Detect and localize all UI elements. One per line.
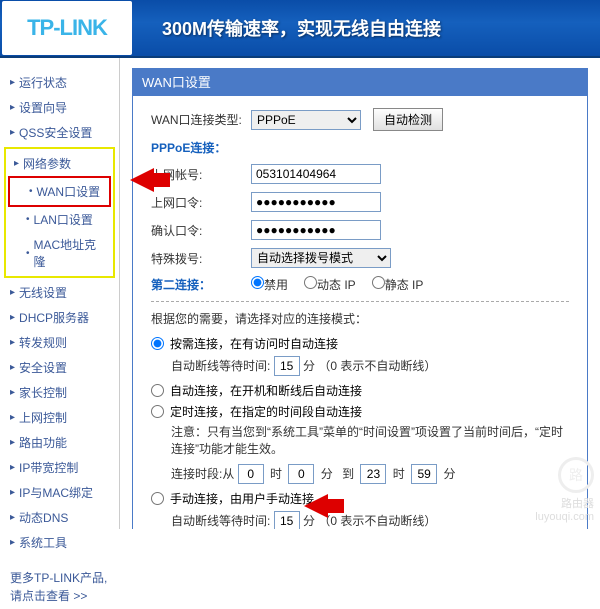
nav-wireless[interactable]: 无线设置 bbox=[4, 280, 115, 305]
nav-mac[interactable]: MAC地址克隆 bbox=[8, 232, 111, 274]
nav-ddns[interactable]: 动态DNS bbox=[4, 505, 115, 530]
mode1-radio[interactable] bbox=[151, 337, 164, 350]
nav-dhcp[interactable]: DHCP服务器 bbox=[4, 305, 115, 330]
mode4-radio[interactable] bbox=[151, 492, 164, 505]
nav-system[interactable]: 系统工具 bbox=[4, 530, 115, 555]
sec-radio-disable[interactable] bbox=[251, 276, 264, 289]
sec-radio-static[interactable] bbox=[372, 276, 385, 289]
mode1-sub-a: 自动断线等待时间: bbox=[171, 359, 270, 373]
mode3-to-h[interactable] bbox=[360, 464, 386, 484]
mode1-label: 按需连接，在有访问时自动连接 bbox=[170, 335, 338, 352]
annotation-arrow-1 bbox=[130, 168, 154, 192]
special-select[interactable]: 自动选择拨号模式 bbox=[251, 248, 391, 268]
header-slogan: 300M传输速率，实现无线自由连接 bbox=[162, 15, 441, 41]
nav-forward[interactable]: 转发规则 bbox=[4, 330, 115, 355]
mode4-timeout-input[interactable] bbox=[274, 511, 300, 529]
watermark: 路 路由器 luyouqi.com bbox=[535, 457, 594, 523]
watermark-icon: 路 bbox=[558, 457, 594, 493]
sec-conn-label: 第二连接： bbox=[151, 276, 251, 293]
mode3-note: 注意：只有当您到“系统工具”菜单的“时间设置”项设置了当前时间后，“定时连接”功… bbox=[171, 424, 569, 458]
nav-routing[interactable]: 路由功能 bbox=[4, 430, 115, 455]
nav-qss[interactable]: QSS安全设置 bbox=[4, 120, 115, 145]
mode1-sub-b: 分 （0 表示不自动断线） bbox=[303, 359, 436, 373]
sec-radio-dynamic[interactable] bbox=[304, 276, 317, 289]
nav-parental[interactable]: 家长控制 bbox=[4, 380, 115, 405]
footer-line1: 更多TP-LINK产品, bbox=[10, 569, 109, 587]
pwd2-label: 确认口令: bbox=[151, 222, 251, 239]
mode3-label: 定时连接，在指定的时间段自动连接 bbox=[170, 403, 362, 420]
sec-opt-disable[interactable]: 禁用 bbox=[251, 276, 288, 293]
pppoe-section-label: PPPoE连接： bbox=[151, 139, 251, 156]
main-panel: WAN口设置 WAN口连接类型: PPPoE 自动检测 PPPoE连接： 上网帐… bbox=[120, 58, 600, 529]
nav-group-network: 网络参数 WAN口设置 LAN口设置 MAC地址克隆 bbox=[4, 147, 115, 278]
conn-type-select[interactable]: PPPoE bbox=[251, 110, 361, 130]
sidebar: 运行状态 设置向导 QSS安全设置 网络参数 WAN口设置 LAN口设置 MAC… bbox=[0, 58, 120, 529]
mode3-radio[interactable] bbox=[151, 405, 164, 418]
nav-wan[interactable]: WAN口设置 bbox=[11, 179, 108, 204]
logo-text: TP-LINK bbox=[27, 15, 107, 41]
mode3-from-h[interactable] bbox=[238, 464, 264, 484]
pwd-label: 上网口令: bbox=[151, 194, 251, 211]
mode3-from-m[interactable] bbox=[288, 464, 314, 484]
nav-status[interactable]: 运行状态 bbox=[4, 70, 115, 95]
nav-lan[interactable]: LAN口设置 bbox=[8, 207, 111, 232]
nav-access[interactable]: 上网控制 bbox=[4, 405, 115, 430]
sec-opt-dynamic[interactable]: 动态 IP bbox=[304, 276, 356, 293]
footer-line2: 请点击查看 >> bbox=[10, 587, 109, 605]
sidebar-footer[interactable]: 更多TP-LINK产品, 请点击查看 >> bbox=[4, 565, 115, 609]
logo-box: TP-LINK bbox=[2, 1, 132, 55]
pwd2-input[interactable] bbox=[251, 220, 381, 240]
conn-type-label: WAN口连接类型: bbox=[151, 111, 251, 128]
nav-wan-highlight: WAN口设置 bbox=[8, 176, 111, 207]
pwd-input[interactable] bbox=[251, 192, 381, 212]
annotation-arrow-2 bbox=[304, 494, 328, 518]
nav-network[interactable]: 网络参数 bbox=[8, 151, 111, 176]
mode4-sub-a: 自动断线等待时间: bbox=[171, 514, 270, 528]
panel-title: WAN口设置 bbox=[132, 68, 588, 95]
nav-ipmac[interactable]: IP与MAC绑定 bbox=[4, 480, 115, 505]
mode2-label: 自动连接，在开机和断线后自动连接 bbox=[170, 382, 362, 399]
mode1-timeout-input[interactable] bbox=[274, 356, 300, 376]
mode4-label: 手动连接，由用户手动连接 bbox=[170, 490, 314, 507]
panel-body: WAN口连接类型: PPPoE 自动检测 PPPoE连接： 上网帐号: 上网口令… bbox=[132, 95, 588, 529]
nav-bandwidth[interactable]: IP带宽控制 bbox=[4, 455, 115, 480]
watermark-text2: luyouqi.com bbox=[535, 511, 594, 523]
mode3-time-label: 连接时段:从 bbox=[171, 467, 234, 481]
sec-opt-static[interactable]: 静态 IP bbox=[372, 276, 424, 293]
nav-wizard[interactable]: 设置向导 bbox=[4, 95, 115, 120]
acct-input[interactable] bbox=[251, 164, 381, 184]
mode3-to-m[interactable] bbox=[411, 464, 437, 484]
app-header: TP-LINK 300M传输速率，实现无线自由连接 bbox=[0, 0, 600, 58]
mode2-radio[interactable] bbox=[151, 384, 164, 397]
mode-desc: 根据您的需要，请选择对应的连接模式： bbox=[151, 310, 569, 327]
watermark-text1: 路由器 bbox=[535, 495, 594, 511]
special-label: 特殊拨号: bbox=[151, 250, 251, 267]
nav-security[interactable]: 安全设置 bbox=[4, 355, 115, 380]
detect-button[interactable]: 自动检测 bbox=[373, 108, 443, 131]
